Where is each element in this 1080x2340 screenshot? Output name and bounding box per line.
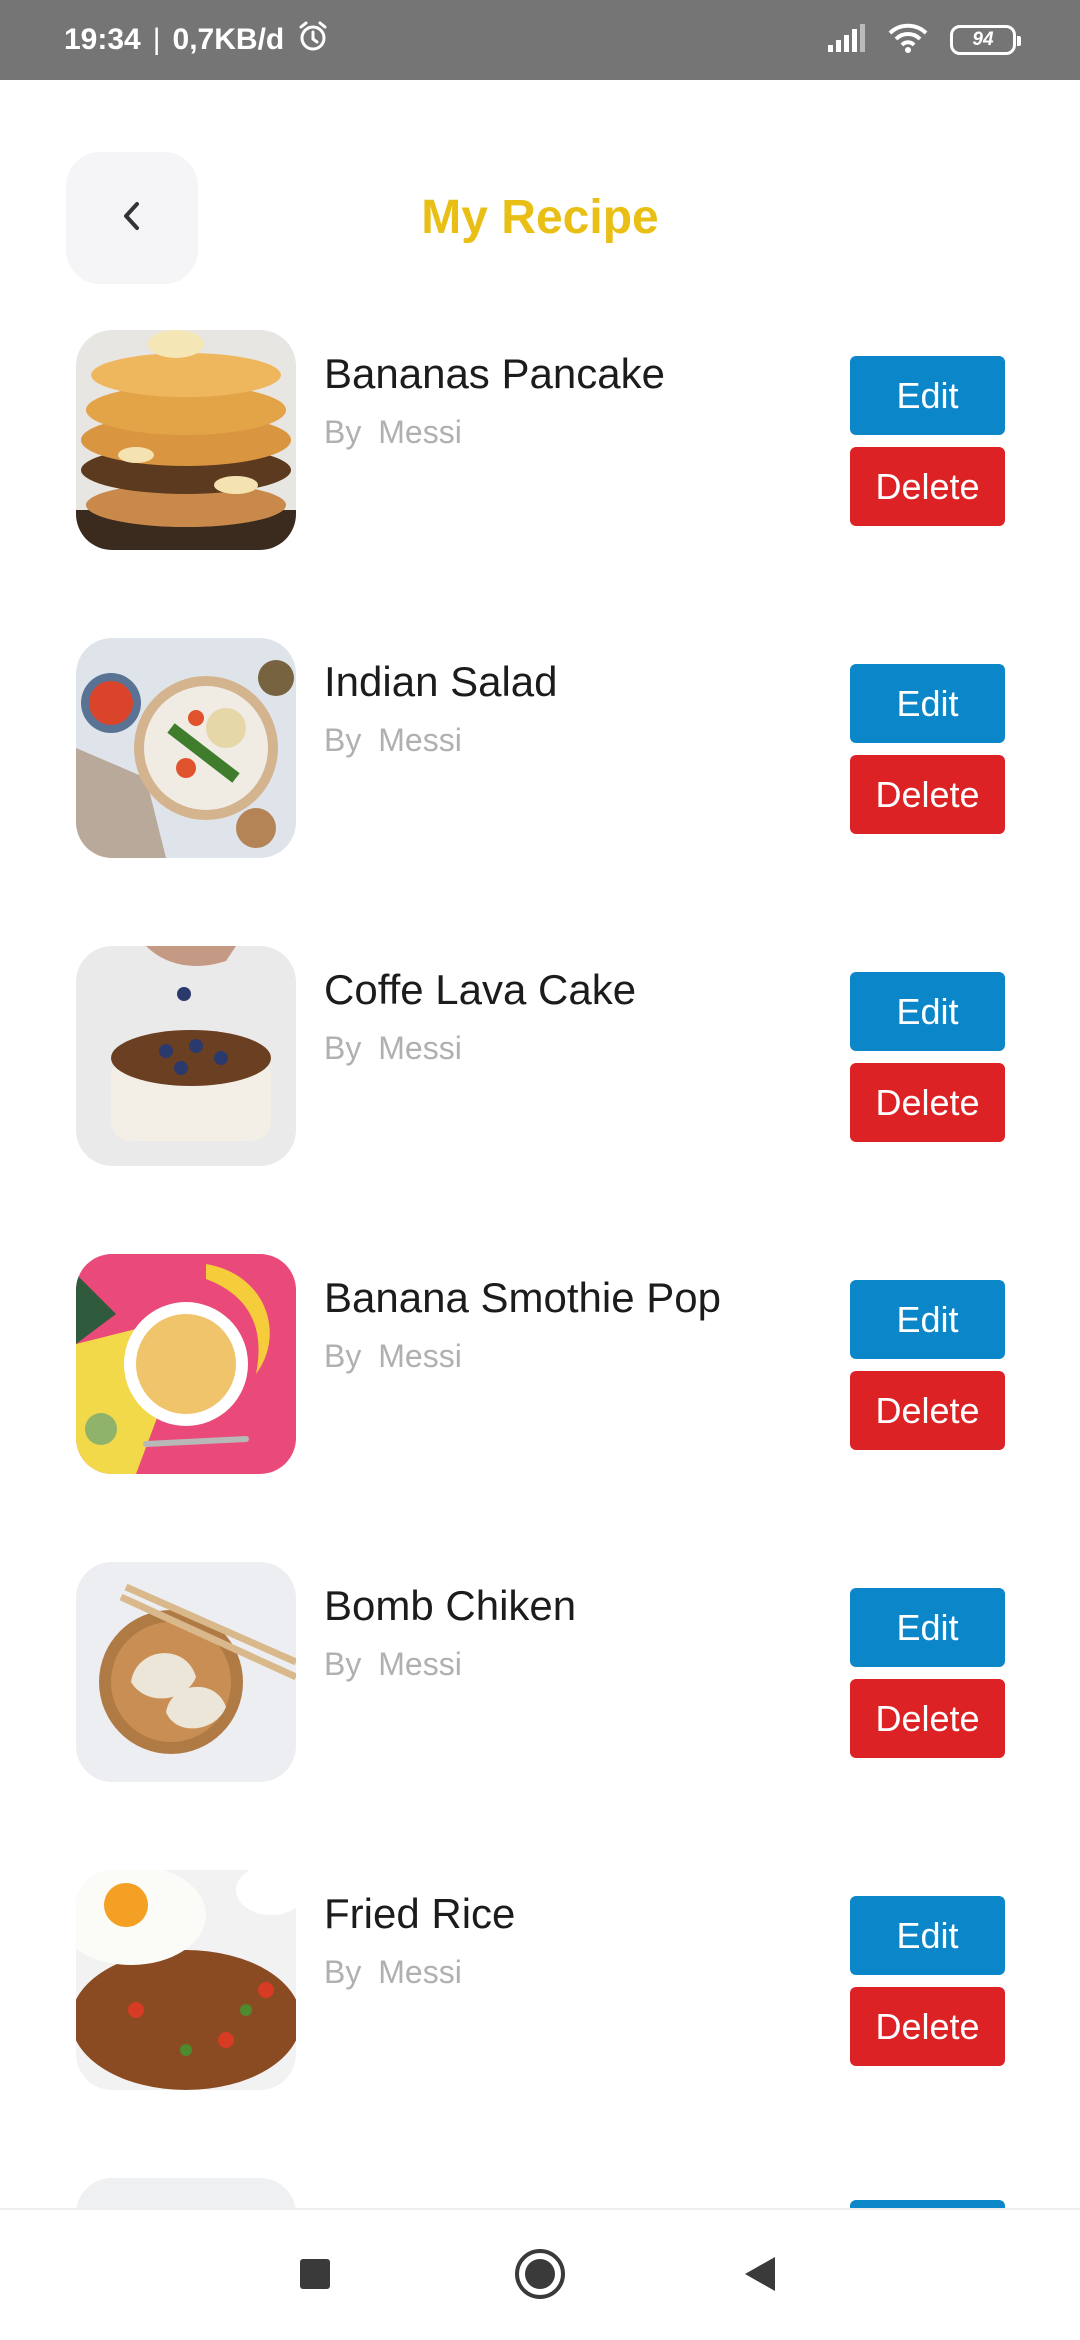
recipe-item: Coffe Lava Cake By Messi Edit Delete [0,946,1080,1254]
status-right: 94 [826,23,1021,58]
status-separator: | [152,23,161,56]
home-button[interactable] [480,2210,600,2340]
recipe-author: By Messi [324,1030,462,1067]
edit-button-partial[interactable] [850,2200,1005,2208]
by-label: By [324,414,362,450]
system-nav-bar [0,2208,1080,2340]
network-speed: 0,7KB/d [172,23,285,56]
author-name: Messi [378,1954,462,1990]
smoothie-image[interactable] [76,1254,296,1474]
recipe-title: Fried Rice [324,1890,516,1937]
recipe-image-partial[interactable] [76,2178,296,2208]
status-left: 19:34 | 0,7KB/d [64,19,330,61]
recipe-title: Indian Salad [324,658,558,705]
recipe-item: Banana Smothie Pop By Messi Edit Delete [0,1254,1080,1562]
page-title-text: My Recipe [421,191,659,244]
recipe-item: Fried Rice By Messi Edit Delete [0,1870,1080,2178]
cake-image[interactable] [76,946,296,1166]
recipe-item: Bomb Chiken By Messi Edit Delete [0,1562,1080,1870]
recipe-title: Bananas Pancake [324,350,665,397]
edit-button[interactable]: Edit [850,1280,1005,1359]
delete-button[interactable]: Delete [850,1371,1005,1450]
by-label: By [324,1030,362,1066]
edit-button[interactable]: Edit [850,972,1005,1051]
recipe-item: Bananas Pancake By Messi Edit Delete [0,330,1080,638]
salad-image[interactable] [76,638,296,858]
recipe-author: By Messi [324,1646,462,1683]
back-triangle-icon [741,2254,779,2299]
battery-level: 94 [972,29,994,50]
delete-button[interactable]: Delete [850,1063,1005,1142]
delete-button[interactable]: Delete [850,755,1005,834]
page-title: My Recipe [0,190,1080,245]
delete-button[interactable]: Delete [850,447,1005,526]
alarm-icon [296,19,330,61]
author-name: Messi [378,1030,462,1066]
recipe-title: Coffe Lava Cake [324,966,637,1013]
by-label: By [324,1954,362,1990]
recipe-list: Bananas Pancake By Messi Edit Delete Ind… [0,330,1080,2178]
recipe-author: By Messi [324,1954,462,1991]
author-name: Messi [378,1338,462,1374]
wifi-icon [888,23,928,58]
recipe-author: By Messi [324,1338,462,1375]
home-circle-icon [513,2247,567,2306]
pancake-image[interactable] [76,330,296,550]
status-time: 19:34 [64,23,141,56]
recipe-author: By Messi [324,722,462,759]
delete-button[interactable]: Delete [850,1679,1005,1758]
author-name: Messi [378,414,462,450]
battery-icon: 94 [950,25,1021,55]
recipe-item: Indian Salad By Messi Edit Delete [0,638,1080,946]
recents-button[interactable] [255,2210,375,2340]
author-name: Messi [378,722,462,758]
by-label: By [324,1646,362,1682]
recipe-title: Banana Smothie Pop [324,1274,721,1321]
fried-rice-image[interactable] [76,1870,296,2090]
recents-square-icon [298,2257,332,2296]
by-label: By [324,1338,362,1374]
delete-button[interactable]: Delete [850,1987,1005,2066]
recipe-author: By Messi [324,414,462,451]
dumpling-image[interactable] [76,1562,296,1782]
by-label: By [324,722,362,758]
edit-button[interactable]: Edit [850,664,1005,743]
recipe-item-partial [0,2178,1080,2208]
edit-button[interactable]: Edit [850,1896,1005,1975]
recipe-title: Bomb Chiken [324,1582,577,1629]
status-bar: 19:34 | 0,7KB/d 94 [0,0,1080,80]
back-nav-button[interactable] [700,2210,820,2340]
edit-button[interactable]: Edit [850,1588,1005,1667]
author-name: Messi [378,1646,462,1682]
edit-button[interactable]: Edit [850,356,1005,435]
signal-icon [826,23,866,58]
